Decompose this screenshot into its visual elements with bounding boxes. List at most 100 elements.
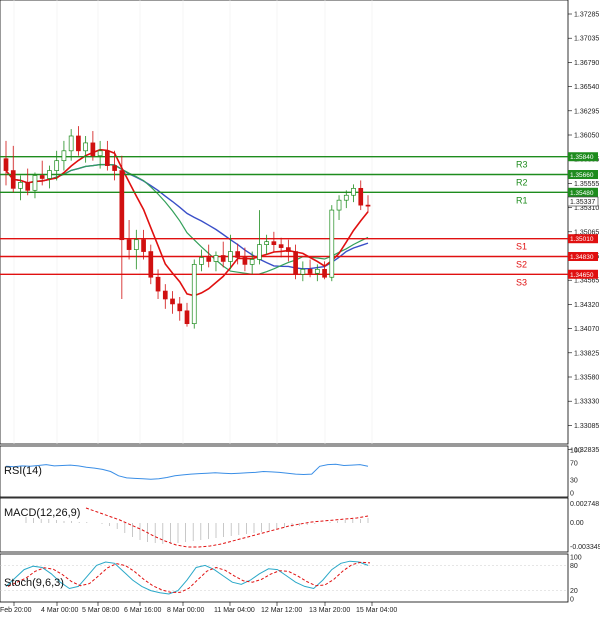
time-tick-label: 13 Mar 20:00 — [309, 607, 350, 614]
candle-body — [199, 257, 204, 265]
price-tick-label: 1.36050 — [574, 133, 599, 140]
time-tick-label: 15 Mar 04:00 — [356, 607, 397, 614]
candle-body — [177, 303, 183, 312]
candle-body — [25, 182, 31, 191]
candle-body — [3, 158, 9, 171]
candle-body — [32, 175, 38, 191]
level-tag-text: 1.35480 — [570, 190, 594, 197]
candle-body — [343, 194, 349, 201]
price-axis: 1.37285 1.37035 1.36790 1.36540 1.36295 1.360… — [568, 12, 599, 454]
price-tick-label: 1.36790 — [574, 60, 599, 67]
time-tick-label: 4 Mar 00:00 — [41, 607, 78, 614]
candle-body — [300, 268, 306, 275]
time-tick-label: 11 Mar 04:00 — [214, 607, 255, 614]
candle-body — [39, 175, 45, 179]
candle-body — [141, 239, 146, 252]
candle-body — [90, 142, 96, 157]
current-price-tag: 1.35337 — [567, 196, 599, 207]
stoch-tick-label: 20 — [570, 588, 578, 595]
time-axis: Feb 20:00 4 Mar 00:00 5 Mar 08:00 6 Mar 16:… — [0, 602, 397, 614]
candle-body — [365, 204, 371, 207]
price-tick-label: 1.33085 — [574, 423, 599, 430]
candle-body — [329, 209, 335, 278]
stoch-label: Stoch(9,6,3) — [4, 577, 64, 589]
candle-body — [228, 251, 233, 262]
stoch-axis: 10080 20 0 — [570, 555, 582, 604]
candle-body — [148, 251, 154, 278]
rsi-axis: 100 70 30 0 — [570, 448, 582, 498]
price-tick-label: 1.33580 — [574, 375, 599, 382]
rsi-panel — [0, 445, 569, 498]
level-tag-text: 1.35010 — [570, 236, 594, 243]
candle-body — [10, 170, 16, 189]
candle-body — [293, 251, 298, 275]
level-tag-text: 1.34830 — [570, 254, 594, 261]
candle-body — [133, 239, 139, 250]
candle-body — [235, 251, 241, 258]
current-price-text: 1.35337 — [570, 199, 595, 206]
price-tick-label: 1.37035 — [574, 36, 599, 43]
time-tick-label: 8 Mar 00:00 — [167, 607, 204, 614]
macd-tick-label: 0.00 — [570, 520, 584, 527]
macd-label: MACD(12,26,9) — [4, 507, 80, 519]
candle-body — [351, 187, 356, 196]
level-label-s2: S2 — [516, 259, 527, 269]
stoch-tick-label: 80 — [570, 563, 578, 570]
forex-chart: R3 R2 R1 S1 S2 S3 1.37285 1.37035 1.36790 1.3654… — [0, 0, 600, 614]
level-label-r1: R1 — [516, 195, 528, 205]
candle-body — [358, 187, 364, 206]
candle-body — [54, 160, 60, 171]
price-tick-label: 1.36295 — [574, 108, 599, 115]
level-label-s3: S3 — [516, 277, 527, 287]
candle-body — [162, 290, 168, 300]
candle-body — [206, 257, 212, 262]
candle-body — [322, 268, 327, 278]
price-tick-label: 1.33825 — [574, 350, 599, 357]
level-tag-text: 1.34650 — [570, 272, 594, 279]
candle-body — [220, 255, 226, 262]
level-tag-text: 1.35660 — [570, 172, 594, 179]
candle-body — [112, 165, 117, 171]
stoch-tick-label: 100 — [570, 555, 582, 562]
candle-body — [336, 199, 342, 211]
rsi-tick-label: 100 — [570, 448, 582, 455]
candle-body — [257, 244, 262, 260]
candle-body — [47, 170, 52, 179]
price-tick-label: 1.33330 — [574, 399, 599, 406]
candle-body — [170, 298, 175, 305]
time-tick-label: 12 Mar 12:00 — [261, 607, 302, 614]
price-tick-label: 1.34320 — [574, 302, 599, 309]
price-tick-label: 1.35555 — [574, 181, 599, 188]
candle-body — [76, 135, 81, 152]
rsi-tick-label: 30 — [570, 478, 578, 485]
candle-body — [155, 276, 161, 292]
rsi-tick-label: 70 — [570, 460, 578, 467]
candle-body — [68, 135, 74, 152]
price-tick-label: 1.36540 — [574, 84, 599, 91]
candle-body — [126, 239, 132, 250]
main-price-panel — [0, 0, 569, 445]
macd-axis: 0.002748 0.00 -0.003349 — [570, 501, 600, 551]
candle-body — [105, 150, 110, 166]
level-label-s1: S1 — [516, 242, 527, 252]
candle-body — [119, 170, 125, 241]
candle-body — [18, 182, 23, 189]
time-tick-label: Feb 20:00 — [0, 607, 32, 614]
rsi-label: RSI(14) — [4, 465, 42, 477]
candle-body — [314, 268, 320, 274]
macd-tick-label: -0.003349 — [570, 544, 600, 551]
price-tick-label: 1.37285 — [574, 12, 599, 19]
candle-body — [286, 247, 291, 252]
level-tag-text: 1.35840 — [570, 154, 594, 161]
pivot-level-tags: 1.35840 1.35660 1.35480 1.35010 1.34830 1.346… — [568, 152, 598, 279]
candle-body — [278, 244, 284, 248]
level-label-r2: R2 — [516, 178, 528, 188]
level-label-r3: R3 — [516, 160, 528, 170]
candle-body — [213, 255, 219, 262]
candle-body — [184, 310, 190, 325]
candle-body — [264, 241, 269, 245]
time-tick-label: 5 Mar 08:00 — [82, 607, 119, 614]
candle-body — [242, 257, 248, 265]
candle-body — [249, 259, 255, 265]
candle-body — [191, 264, 197, 325]
